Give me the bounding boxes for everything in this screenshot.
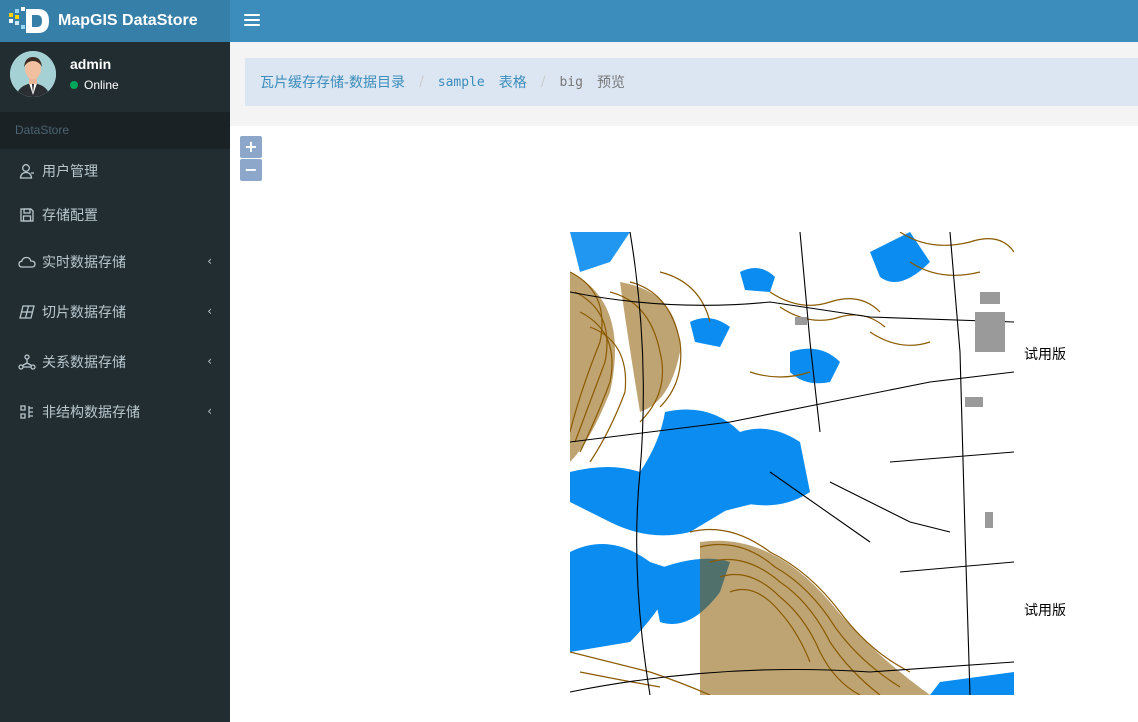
chevron-left-icon: ‹ — [207, 404, 212, 418]
breadcrumb-db-link[interactable]: sample — [438, 75, 485, 90]
sidebar-item-label: 实时数据存储 — [42, 255, 126, 271]
sidebar-header: DataStore — [0, 112, 230, 149]
user-icon — [18, 162, 36, 180]
sidebar-item-label: 关系数据存储 — [42, 355, 126, 371]
content-header: 瓦片缓存存储-数据目录 / sample 表格 / big 预览 — [230, 42, 1138, 126]
hamburger-menu-icon[interactable] — [244, 11, 260, 31]
breadcrumb-db-suffix[interactable]: 表格 — [499, 72, 527, 92]
floppy-disk-icon — [18, 206, 36, 224]
sidebar-item-unstructured-storage[interactable]: 非结构数据存储 ‹ — [0, 387, 230, 437]
sidebar-item-label: 存储配置 — [42, 208, 98, 224]
chevron-left-icon: ‹ — [207, 354, 212, 368]
app-title: MapGIS DataStore — [58, 12, 198, 29]
sidebar-item-storage-config[interactable]: 存储配置 — [0, 193, 230, 237]
breadcrumb-separator: / — [540, 74, 546, 90]
user-status-label: Online — [84, 78, 119, 92]
zoom-out-button[interactable]: − — [240, 159, 262, 181]
online-status-dot-icon — [70, 81, 78, 89]
avatar — [10, 51, 56, 97]
sidebar-item-label: 用户管理 — [42, 164, 98, 180]
map-viewer[interactable]: + − 试用版 试用版 — [230, 126, 1138, 722]
user-status: Online — [70, 78, 119, 92]
zoom-control: + − — [240, 136, 262, 182]
chevron-left-icon: ‹ — [207, 304, 212, 318]
sidebar-item-tile-storage[interactable]: 切片数据存储 ‹ — [0, 287, 230, 337]
structure-icon — [18, 403, 36, 421]
main-content: 瓦片缓存存储-数据目录 / sample 表格 / big 预览 + − 试用版… — [230, 42, 1138, 722]
user-name: admin — [70, 56, 112, 72]
sidebar: admin Online DataStore 用户管理 存储配置 实时数据存储 … — [0, 42, 230, 722]
map-tile-image — [570, 232, 1014, 695]
user-panel: admin Online — [0, 42, 230, 112]
breadcrumb: 瓦片缓存存储-数据目录 / sample 表格 / big 预览 — [245, 58, 1138, 106]
sidebar-item-user-management[interactable]: 用户管理 — [0, 149, 230, 193]
zoom-in-button[interactable]: + — [240, 136, 262, 158]
trial-watermark: 试用版 — [1024, 603, 1066, 619]
network-nodes-icon — [18, 353, 36, 371]
sidebar-item-label: 非结构数据存储 — [42, 405, 140, 421]
cloud-icon — [18, 253, 36, 271]
sidebar-item-label: 切片数据存储 — [42, 305, 126, 321]
mapgis-logo-icon — [8, 5, 50, 37]
breadcrumb-root-link[interactable]: 瓦片缓存存储-数据目录 — [260, 72, 405, 92]
trial-watermark: 试用版 — [1024, 347, 1066, 363]
breadcrumb-action: 预览 — [596, 75, 625, 91]
sidebar-item-realtime-storage[interactable]: 实时数据存储 ‹ — [0, 237, 230, 287]
sidebar-item-relational-storage[interactable]: 关系数据存储 ‹ — [0, 337, 230, 387]
top-navbar — [230, 0, 1138, 42]
breadcrumb-separator: / — [419, 74, 424, 90]
breadcrumb-table: big — [559, 74, 583, 90]
grid-tiles-icon — [18, 303, 36, 321]
logo-bar[interactable]: MapGIS DataStore — [0, 0, 230, 42]
chevron-left-icon: ‹ — [207, 254, 212, 268]
